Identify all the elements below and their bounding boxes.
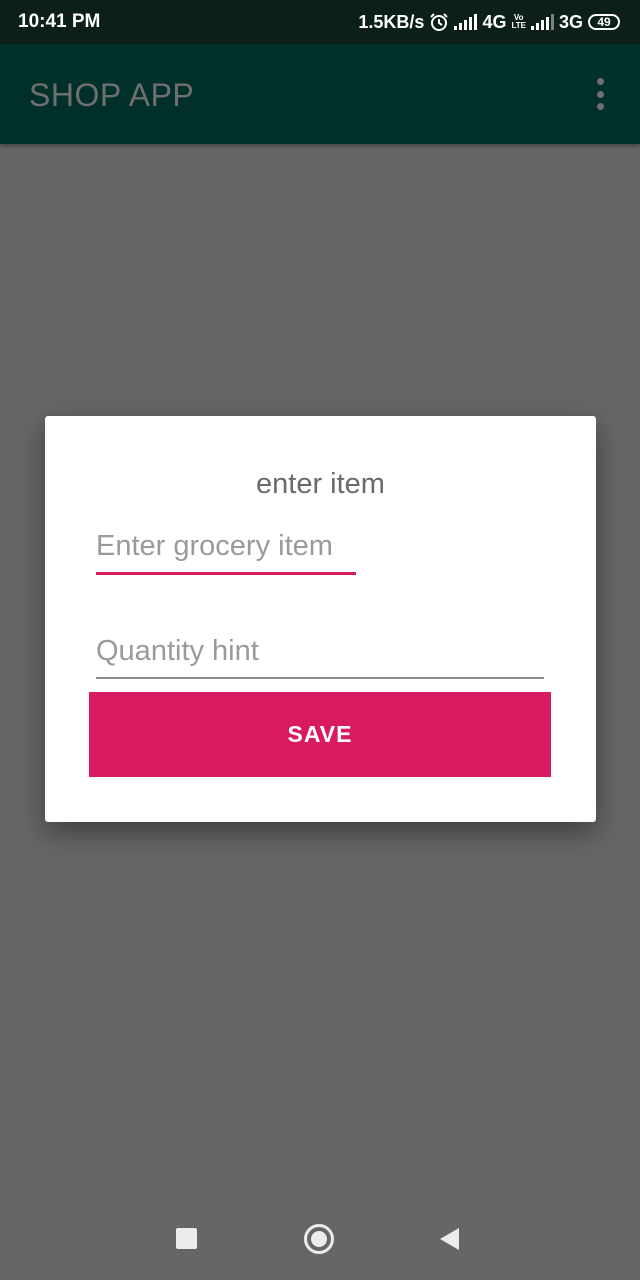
status-time: 10:41 PM — [18, 11, 101, 32]
back-icon[interactable] — [440, 1228, 459, 1250]
home-icon[interactable] — [304, 1224, 334, 1254]
add-item-dialog: enter item SAVE — [45, 416, 596, 822]
volte-label-bottom: LTE — [511, 21, 526, 30]
network-speed: 1.5KB/s — [358, 11, 425, 32]
network-type-4g: 4G — [482, 11, 507, 32]
app-title: SHOP APP — [29, 77, 195, 113]
grocery-item-input[interactable] — [96, 526, 356, 566]
grocery-item-field[interactable] — [96, 526, 356, 575]
recent-apps-icon[interactable] — [176, 1228, 197, 1249]
more-vert-icon[interactable] — [590, 78, 610, 110]
status-bar: 10:41 PM 1.5KB/s 4G Vo LTE 3G 49 — [0, 0, 640, 44]
navigation-bar — [0, 1190, 640, 1280]
battery-level: 49 — [597, 15, 611, 29]
network-type-3g: 3G — [558, 11, 583, 32]
quantity-field[interactable] — [96, 631, 544, 679]
save-button[interactable]: SAVE — [89, 692, 551, 777]
signal-icon — [454, 14, 478, 30]
dialog-title: enter item — [256, 468, 385, 500]
battery-icon: 49 — [588, 14, 620, 30]
volte-badge: Vo LTE — [511, 14, 526, 30]
alarm-icon — [430, 13, 449, 31]
signal-icon — [530, 14, 554, 30]
app-bar: SHOP APP — [0, 44, 640, 144]
quantity-input[interactable] — [96, 631, 544, 671]
status-icons: 1.5KB/s 4G Vo LTE 3G 49 — [358, 11, 620, 33]
